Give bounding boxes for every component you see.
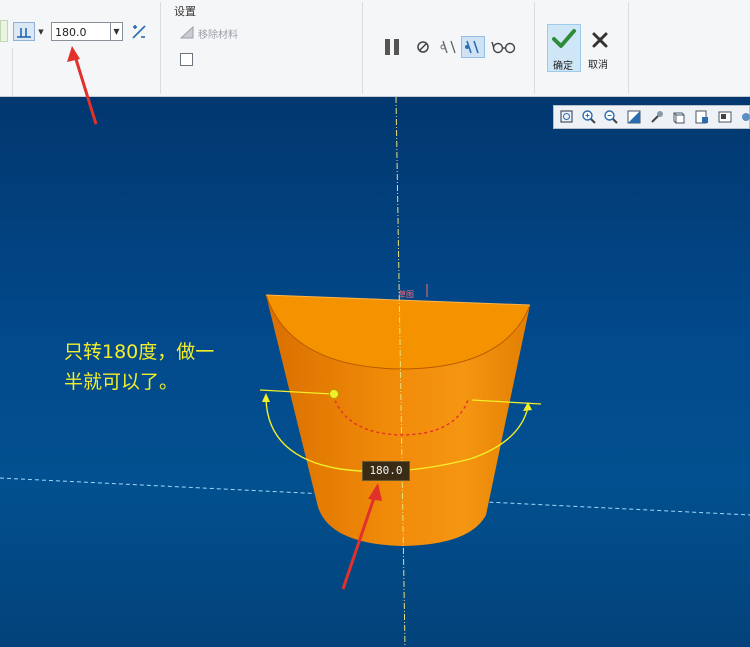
angle-side-button[interactable] [13, 22, 35, 41]
ok-button[interactable]: 确定 [547, 24, 581, 72]
flip-direction-icon [132, 25, 146, 39]
remove-material-icon [179, 25, 194, 39]
angle-side-dropdown[interactable]: ▼ [36, 22, 46, 41]
close-icon [592, 32, 608, 48]
remove-material-label: 移除材料 [198, 30, 238, 41]
ok-label: 确定 [553, 61, 573, 72]
dropdown-arrow-icon: ▼ [38, 27, 44, 36]
remove-material-button[interactable] [178, 24, 196, 40]
angle-side-icon [17, 27, 31, 38]
annotation-text: 只转180度，做一 半就可以了。 [64, 337, 214, 397]
cancel-button[interactable]: 取消 [586, 24, 614, 72]
preview-icon [440, 40, 456, 54]
angle-input[interactable]: 180.0 [51, 22, 111, 41]
settings-group-label: 设置 [174, 5, 196, 18]
thicken-checkbox[interactable] [180, 53, 193, 66]
ribbon-separator [534, 2, 535, 94]
pause-button[interactable] [381, 36, 403, 58]
cancel-label: 取消 [588, 60, 608, 71]
flip-direction-button[interactable] [129, 22, 149, 42]
left-panel-lower-edge [0, 48, 13, 96]
separate-preview-button[interactable] [438, 36, 460, 58]
sketch-tag: 草图 [398, 289, 414, 299]
verify-icon [465, 40, 479, 54]
dimension-arrowhead-left [262, 393, 270, 402]
angle-dimension-label[interactable]: 180.0 [362, 461, 410, 481]
graphics-viewport[interactable]: 草图 180.0 只转180度，做一 半就可以了。 [0, 97, 750, 647]
glasses-icon [491, 41, 516, 54]
dashboard-ribbon: ▼ 180.0 ▼ 设置 移除材料 确定 取消 [0, 0, 750, 97]
annotation-line-1: 只转180度，做一 [64, 341, 215, 363]
ribbon-separator [160, 2, 161, 94]
angle-dropdown-button[interactable]: ▼ [111, 22, 123, 41]
drag-handle [329, 389, 339, 399]
ribbon-separator [628, 2, 629, 94]
no-preview-button[interactable] [414, 38, 432, 56]
checkmark-icon [552, 29, 576, 48]
glasses-button[interactable] [490, 38, 518, 56]
left-panel-edge [0, 20, 8, 42]
pause-icon [385, 39, 399, 55]
no-preview-icon [417, 41, 429, 53]
annotation-line-2: 半就可以了。 [64, 371, 179, 393]
ribbon-separator [362, 2, 363, 94]
verify-button[interactable] [461, 36, 485, 58]
